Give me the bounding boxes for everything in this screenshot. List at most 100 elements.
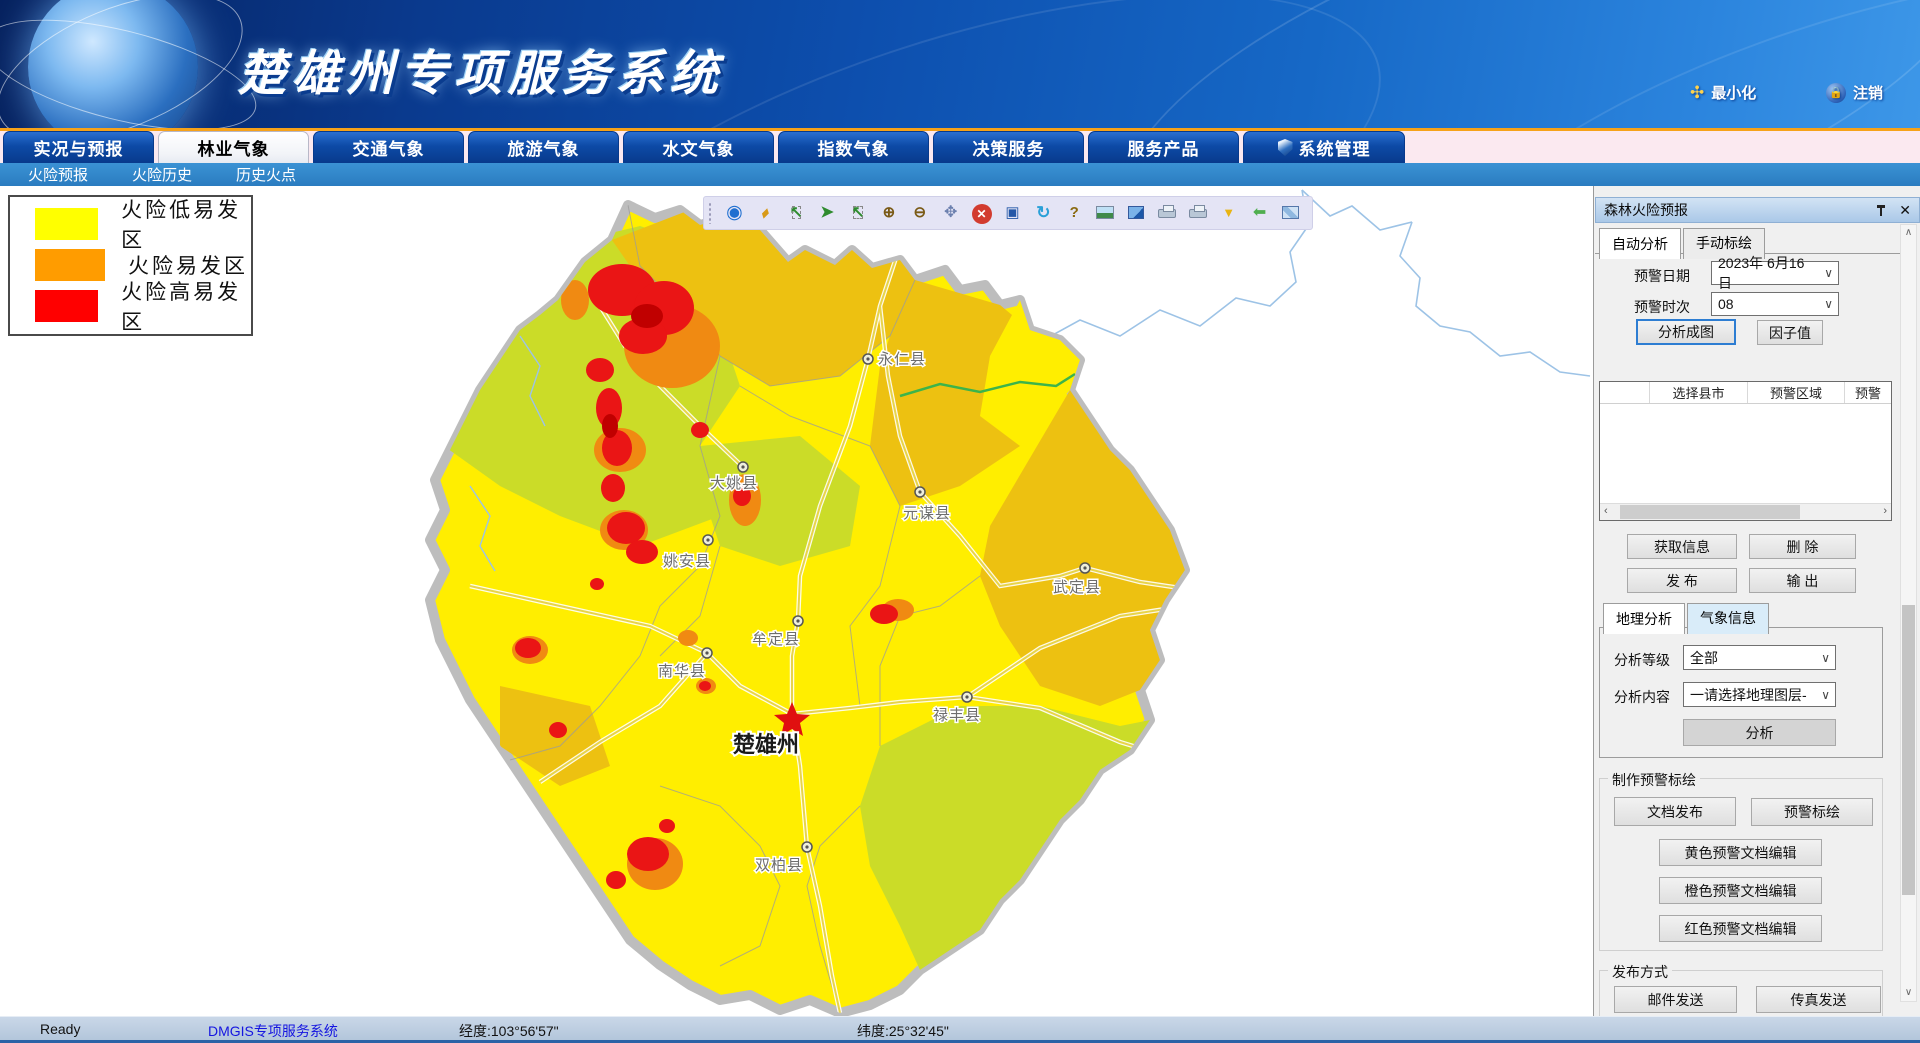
tab-tourism-weather[interactable]: 旅游气象 <box>468 131 619 163</box>
analyze-map-button[interactable]: 分析成图 <box>1636 319 1736 345</box>
scroll-left-icon[interactable]: ‹ <box>1604 505 1608 517</box>
measure-icon[interactable]: ▰ <box>752 200 779 226</box>
select-area-icon[interactable]: ↖ <box>845 200 872 226</box>
identify-icon[interactable]: ? <box>1061 200 1088 226</box>
map-label-mouding: 牟定县 <box>752 631 800 648</box>
dock-pin-icon[interactable] <box>1875 204 1887 216</box>
hscroll-thumb[interactable] <box>1620 505 1800 519</box>
pointer-icon[interactable]: ➤ <box>814 200 841 226</box>
doc-publish-button[interactable]: 文档发布 <box>1614 797 1736 826</box>
analysis-content-label: 分析内容 <box>1614 687 1670 707</box>
forest-fire-panel: 森林火险预报 ✕ 自动分析 手动标绘 预警日期 2023年 6月16日 ∨ 预警… <box>1593 186 1920 1016</box>
status-longitude: 经度:103°56'57" <box>459 1021 559 1041</box>
pan-icon[interactable]: ✥ <box>937 200 964 226</box>
logout-button[interactable]: 🔒 注销 <box>1826 82 1883 103</box>
scroll-right-icon[interactable]: › <box>1883 505 1887 517</box>
analysis-level-label: 分析等级 <box>1614 650 1670 670</box>
status-system-link[interactable]: DMGIS专项服务系统 <box>208 1021 338 1041</box>
publish-group-title: 发布方式 <box>1608 962 1672 982</box>
warn-time-value: 08 <box>1718 296 1734 312</box>
warning-table-header: 选择县市 预警区域 预警 <box>1600 382 1891 404</box>
email-send-button[interactable]: 邮件发送 <box>1614 986 1737 1013</box>
tab-label: 系统管理 <box>1299 135 1371 160</box>
panel-tab-auto-analysis[interactable]: 自动分析 <box>1599 228 1681 259</box>
map-label-nanhua: 南华县 <box>658 663 706 680</box>
chevron-down-icon: ∨ <box>1824 297 1833 311</box>
chevron-down-icon: ∨ <box>1821 688 1830 702</box>
tab-hydrology-weather[interactable]: 水文气象 <box>623 131 774 163</box>
publish-button[interactable]: 发 布 <box>1627 568 1737 593</box>
panel-scrollbar[interactable]: ∧ ∨ <box>1900 224 1917 1002</box>
minimize-icon: ✣ <box>1690 83 1704 103</box>
minimize-button[interactable]: ✣ 最小化 <box>1690 82 1756 103</box>
chevron-down-icon: ∨ <box>1821 651 1830 665</box>
zoom-out-icon[interactable]: ⊖ <box>906 200 933 226</box>
vscroll-thumb[interactable] <box>1902 605 1915 895</box>
warn-time-label: 预警时次 <box>1634 297 1690 317</box>
stop-icon[interactable]: ✕ <box>968 200 995 226</box>
toolbar-drag-handle[interactable] <box>708 202 713 224</box>
map-label-yaoan: 姚安县 <box>663 553 711 570</box>
pin-icon[interactable]: ▼ <box>1215 200 1242 226</box>
yellow-doc-edit-button[interactable]: 黄色预警文档编辑 <box>1659 839 1822 866</box>
chevron-down-icon: ∨ <box>1824 266 1833 280</box>
main-nav: 实况与预报 林业气象 交通气象 旅游气象 水文气象 指数气象 决策服务 服务产品… <box>0 131 1920 163</box>
export-button[interactable]: 输 出 <box>1749 568 1856 593</box>
analysis-content-select[interactable]: 一请选择地理图层- ∨ <box>1683 682 1836 707</box>
factor-value-button[interactable]: 因子值 <box>1757 320 1823 345</box>
refresh-icon[interactable]: ↻ <box>1030 200 1057 226</box>
get-info-button[interactable]: 获取信息 <box>1627 534 1737 559</box>
tab-forestry-weather[interactable]: 林业气象 <box>158 131 309 163</box>
red-doc-edit-button[interactable]: 红色预警文档编辑 <box>1659 915 1822 942</box>
back-icon[interactable]: ⬅ <box>1246 200 1273 226</box>
app-title: 楚雄州专项服务系统 <box>238 34 724 104</box>
tab-service-products[interactable]: 服务产品 <box>1088 131 1239 163</box>
analysis-level-select[interactable]: 全部 ∨ <box>1683 645 1836 670</box>
panel-tab-geo-analysis[interactable]: 地理分析 <box>1603 603 1685 634</box>
submenu-fire-history[interactable]: 火险历史 <box>132 164 192 185</box>
fax-send-button[interactable]: 传真发送 <box>1756 986 1881 1013</box>
analysis-content-value: 一请选择地理图层- <box>1690 685 1807 705</box>
submenu-fire-forecast[interactable]: 火险预报 <box>28 164 88 185</box>
print-icon[interactable] <box>1153 200 1180 226</box>
panel-close-icon[interactable]: ✕ <box>1899 202 1911 219</box>
image-icon[interactable] <box>1092 200 1119 226</box>
map-label-dayao: 大姚县 <box>710 475 758 492</box>
panel-titlebar[interactable]: 森林火险预报 ✕ <box>1595 197 1920 223</box>
scroll-down-icon[interactable]: ∨ <box>1901 985 1916 1001</box>
legend-swatch-medium <box>35 249 105 281</box>
warn-date-select[interactable]: 2023年 6月16日 ∨ <box>1711 261 1839 285</box>
export-icon[interactable] <box>1123 200 1150 226</box>
col-select-county: 选择县市 <box>1650 382 1748 403</box>
plot-group-title: 制作预警标绘 <box>1608 770 1700 790</box>
warn-time-select[interactable]: 08 ∨ <box>1711 292 1839 316</box>
analyze-button[interactable]: 分析 <box>1683 719 1836 746</box>
map-label-shuangbai: 双柏县 <box>755 857 803 874</box>
analysis-level-value: 全部 <box>1690 648 1718 668</box>
status-ready: Ready <box>40 1021 80 1037</box>
window-icon[interactable]: ▣ <box>999 200 1026 226</box>
delete-button[interactable]: 删 除 <box>1749 534 1856 559</box>
status-bar: Ready DMGIS专项服务系统 经度:103°56'57" 纬度:25°32… <box>0 1016 1920 1043</box>
map-viewport[interactable]: 永仁县 大姚县 元谋县 姚安县 武定县 牟定县 南华县 禄丰县 双柏县 楚雄州 … <box>0 186 1593 1016</box>
table-hscrollbar[interactable]: ‹ › <box>1600 503 1891 520</box>
shield-icon <box>1278 139 1293 156</box>
warning-table[interactable]: 选择县市 预警区域 预警 ‹ › <box>1599 381 1892 521</box>
globe-icon[interactable]: ◉ <box>721 200 748 226</box>
tab-index-weather[interactable]: 指数气象 <box>778 131 929 163</box>
warning-plot-button[interactable]: 预警标绘 <box>1751 798 1873 826</box>
tab-realtime-forecast[interactable]: 实况与预报 <box>3 131 154 163</box>
status-latitude: 纬度:25°32'45" <box>857 1021 949 1041</box>
print-setup-icon[interactable] <box>1184 200 1211 226</box>
overview-map-icon[interactable] <box>1277 200 1304 226</box>
col-warning-area: 预警区域 <box>1748 382 1845 403</box>
orange-doc-edit-button[interactable]: 橙色预警文档编辑 <box>1659 877 1822 904</box>
submenu-history-firepoints[interactable]: 历史火点 <box>236 164 296 185</box>
lock-icon: 🔒 <box>1826 83 1846 103</box>
tab-system-management[interactable]: 系统管理 <box>1243 131 1405 163</box>
tab-traffic-weather[interactable]: 交通气象 <box>313 131 464 163</box>
tab-decision-service[interactable]: 决策服务 <box>933 131 1084 163</box>
select-circle-icon[interactable]: ↖ <box>783 200 810 226</box>
zoom-in-icon[interactable]: ⊕ <box>875 200 902 226</box>
scroll-up-icon[interactable]: ∧ <box>1901 225 1916 241</box>
